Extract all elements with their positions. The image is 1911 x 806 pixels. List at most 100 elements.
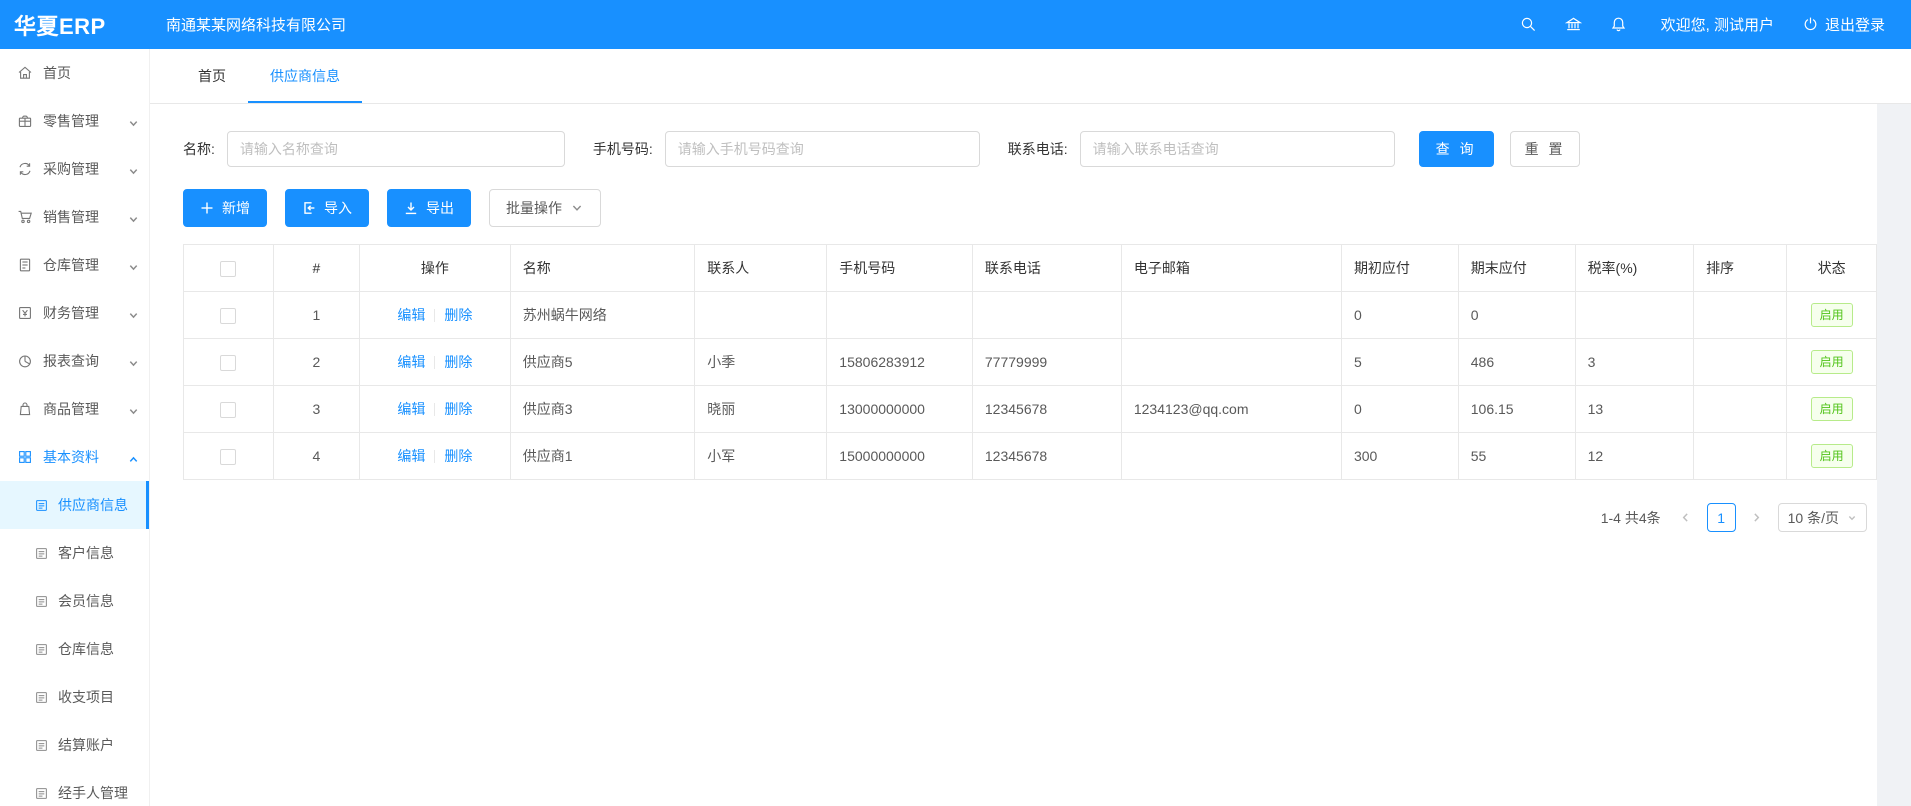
sidebar-item-basic-data[interactable]: 基本资料 xyxy=(0,433,149,481)
platform-icon[interactable] xyxy=(1565,16,1582,33)
sidebar-item-purchase[interactable]: 采购管理 xyxy=(0,145,149,193)
phone-filter-label: 手机号码: xyxy=(593,139,653,159)
cell-end-payable: 486 xyxy=(1458,339,1575,386)
sidebar-item-home[interactable]: 首页 xyxy=(0,49,149,97)
col-contact: 联系人 xyxy=(695,245,827,292)
sidebar-item-label: 财务管理 xyxy=(43,303,99,323)
add-button[interactable]: 新增 xyxy=(183,189,267,227)
list-doc-icon xyxy=(34,642,49,657)
sidebar-item-reports[interactable]: 报表查询 xyxy=(0,337,149,385)
cell-phone: 13000000000 xyxy=(827,386,973,433)
reset-button[interactable]: 重 置 xyxy=(1510,131,1581,167)
sidebar-item-label: 销售管理 xyxy=(43,207,99,227)
add-button-label: 新增 xyxy=(222,198,250,218)
delete-link[interactable]: 删除 xyxy=(444,401,472,417)
row-checkbox[interactable] xyxy=(220,402,236,418)
cell-name: 供应商3 xyxy=(510,386,695,433)
chevron-down-icon xyxy=(570,201,584,215)
import-button[interactable]: 导入 xyxy=(285,189,369,227)
cell-tax-rate: 12 xyxy=(1575,433,1694,480)
search-button[interactable]: 查 询 xyxy=(1419,131,1494,167)
sidebar-subitem-member-info[interactable]: 会员信息 xyxy=(0,577,149,625)
tab-home[interactable]: 首页 xyxy=(176,49,248,103)
row-checkbox[interactable] xyxy=(220,308,236,324)
cell-phone xyxy=(827,292,973,339)
chevron-down-icon xyxy=(1847,513,1857,523)
sidebar-subitem-label: 经手人管理 xyxy=(58,783,128,803)
export-button-label: 导出 xyxy=(426,198,454,218)
sidebar-subitem-customer-info[interactable]: 客户信息 xyxy=(0,529,149,577)
purchase-icon xyxy=(17,161,33,177)
sidebar-item-warehouse[interactable]: 仓库管理 xyxy=(0,241,149,289)
report-pie-icon xyxy=(17,353,33,369)
tab-label: 首页 xyxy=(198,66,226,86)
logout-button[interactable]: 退出登录 xyxy=(1802,14,1885,35)
cell-begin-payable: 0 xyxy=(1341,386,1458,433)
header-actions: 欢迎您, 测试用户 退出登录 xyxy=(1520,14,1911,35)
row-checkbox[interactable] xyxy=(220,449,236,465)
notification-bell-icon[interactable] xyxy=(1610,16,1627,33)
sidebar-item-label: 报表查询 xyxy=(43,351,99,371)
edit-link[interactable]: 编辑 xyxy=(397,354,425,370)
sidebar-item-retail[interactable]: 零售管理 xyxy=(0,97,149,145)
batch-actions-label: 批量操作 xyxy=(506,198,562,218)
sidebar-subitem-warehouse-info[interactable]: 仓库信息 xyxy=(0,625,149,673)
sidebar-subitem-handler-management[interactable]: 经手人管理 xyxy=(0,769,149,806)
chevron-down-icon xyxy=(128,164,139,175)
cell-tel: 77779999 xyxy=(972,339,1121,386)
plus-icon xyxy=(200,201,214,215)
sidebar-item-goods[interactable]: 商品管理 xyxy=(0,385,149,433)
delete-link[interactable]: 删除 xyxy=(444,448,472,464)
sidebar-item-label: 仓库管理 xyxy=(43,255,99,275)
col-name: 名称 xyxy=(510,245,695,292)
delete-link[interactable]: 删除 xyxy=(444,354,472,370)
edit-link[interactable]: 编辑 xyxy=(397,307,425,323)
table-row: 2 编辑删除 供应商5 小季 15806283912 77779999 5 48… xyxy=(184,339,1877,386)
sidebar-subitem-supplier-info[interactable]: 供应商信息 xyxy=(0,481,149,529)
content-area: 名称: 手机号码: 联系电话: 查 询 重 置 新增 xyxy=(150,104,1911,806)
row-checkbox[interactable] xyxy=(220,355,236,371)
col-email: 电子邮箱 xyxy=(1121,245,1341,292)
chevron-up-icon xyxy=(128,452,139,463)
sidebar-item-label: 首页 xyxy=(43,63,71,83)
select-all-checkbox[interactable] xyxy=(220,261,236,277)
cell-email xyxy=(1121,292,1341,339)
sidebar-item-label: 商品管理 xyxy=(43,399,99,419)
name-filter-input[interactable] xyxy=(227,131,565,167)
list-doc-icon xyxy=(34,546,49,561)
search-icon[interactable] xyxy=(1520,16,1537,33)
edit-link[interactable]: 编辑 xyxy=(397,448,425,464)
prev-page-button[interactable] xyxy=(1675,504,1697,532)
phone-filter-input[interactable] xyxy=(665,131,980,167)
edit-link[interactable]: 编辑 xyxy=(397,401,425,417)
page-number-current[interactable]: 1 xyxy=(1707,503,1736,532)
retail-icon xyxy=(17,113,33,129)
sidebar-item-finance[interactable]: 财务管理 xyxy=(0,289,149,337)
tab-supplier-info[interactable]: 供应商信息 xyxy=(248,49,362,103)
pagination: 1-4 共4条 1 10 条/页 xyxy=(183,503,1877,532)
page-size-select[interactable]: 10 条/页 xyxy=(1778,503,1867,532)
col-sort: 排序 xyxy=(1694,245,1787,292)
cell-sort xyxy=(1694,433,1787,480)
pagination-total: 1-4 共4条 xyxy=(1601,508,1661,528)
sidebar-subitem-settlement-account[interactable]: 结算账户 xyxy=(0,721,149,769)
supplier-panel: 名称: 手机号码: 联系电话: 查 询 重 置 新增 xyxy=(150,104,1877,806)
delete-link[interactable]: 删除 xyxy=(444,307,472,323)
next-page-button[interactable] xyxy=(1746,504,1768,532)
cell-index: 3 xyxy=(273,386,359,433)
tel-filter-input[interactable] xyxy=(1080,131,1395,167)
name-filter-label: 名称: xyxy=(183,139,215,159)
export-download-icon xyxy=(404,201,418,215)
col-phone: 手机号码 xyxy=(827,245,973,292)
col-begin-payable: 期初应付 xyxy=(1341,245,1458,292)
export-button[interactable]: 导出 xyxy=(387,189,471,227)
col-tel: 联系电话 xyxy=(972,245,1121,292)
sidebar-subitem-label: 会员信息 xyxy=(58,591,114,611)
batch-actions-dropdown[interactable]: 批量操作 xyxy=(489,189,601,227)
sales-cart-icon xyxy=(17,209,33,225)
sidebar-subitem-label: 客户信息 xyxy=(58,543,114,563)
sidebar-item-sales[interactable]: 销售管理 xyxy=(0,193,149,241)
sidebar-subitem-income-expense[interactable]: 收支项目 xyxy=(0,673,149,721)
cell-phone: 15000000000 xyxy=(827,433,973,480)
cell-contact xyxy=(695,292,827,339)
